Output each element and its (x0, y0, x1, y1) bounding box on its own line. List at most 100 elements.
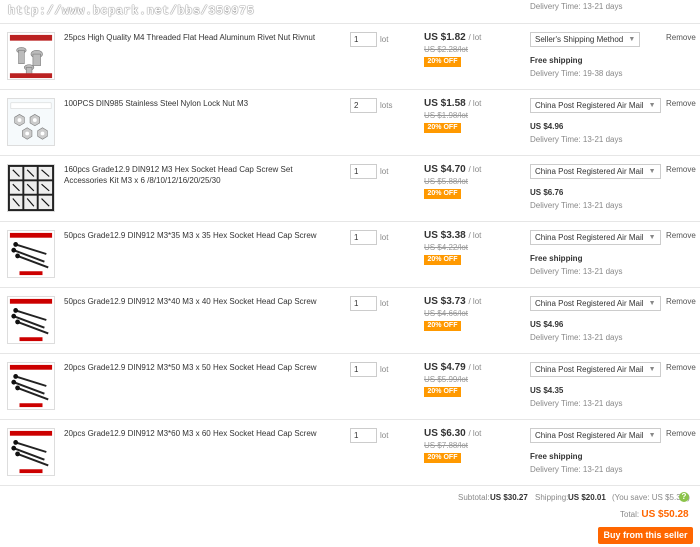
cart-item-row: 50pcs Grade12.9 DIN912 M3*40 M3 x 40 Hex… (0, 287, 700, 354)
quantity-unit: lots (380, 101, 393, 110)
shipping-cost: US $4.35 (530, 386, 564, 395)
delivery-time: Delivery Time: 13-21 days (530, 201, 623, 210)
remove-item-button[interactable]: Remove (666, 297, 696, 306)
delivery-time: Delivery Time: 13-21 days (530, 2, 623, 11)
shipping-method-select[interactable]: China Post Registered Air Mail ▼ (530, 428, 661, 443)
product-title-link[interactable]: 50pcs Grade12.9 DIN912 M3*40 M3 x 40 Hex… (64, 296, 319, 307)
price-per: / lot (468, 363, 482, 372)
remove-item-button[interactable]: Remove (666, 33, 696, 42)
quantity-input[interactable]: 1 (350, 296, 377, 311)
product-title-link[interactable]: 160pcs Grade12.9 DIN912 M3 Hex Socket He… (64, 164, 319, 186)
delivery-time: Delivery Time: 13-21 days (530, 465, 623, 474)
product-thumbnail[interactable] (7, 164, 55, 212)
original-price: US $1.98/lot (424, 111, 469, 120)
shipping-method-select[interactable]: China Post Registered Air Mail ▼ (530, 98, 661, 113)
quantity-input[interactable]: 1 (350, 230, 377, 245)
product-title-link[interactable]: 20pcs Grade12.9 DIN912 M3*50 M3 x 50 Hex… (64, 362, 319, 373)
delivery-time: Delivery Time: 19-38 days (530, 69, 623, 78)
discount-badge: 20% OFF (424, 57, 461, 67)
product-title-link[interactable]: 100PCS DIN985 Stainless Steel Nylon Lock… (64, 98, 319, 109)
quantity-unit: lot (380, 167, 389, 176)
help-icon[interactable]: ? (679, 492, 689, 502)
discount-badge: 20% OFF (424, 321, 461, 331)
shipping-cost: Free shipping (530, 56, 583, 65)
quantity-unit: lot (380, 365, 389, 374)
shipping-value: US $20.01 (568, 493, 606, 502)
price-per: / lot (468, 429, 482, 438)
shipping-method-select[interactable]: China Post Registered Air Mail ▼ (530, 164, 661, 179)
shipping-cost: Free shipping (530, 254, 583, 263)
product-thumbnail[interactable] (7, 296, 55, 344)
chevron-down-icon: ▼ (648, 432, 656, 439)
buy-from-seller-button[interactable]: Buy from this seller (598, 527, 693, 544)
cart-item-row: 20pcs Grade12.9 DIN912 M3*60 M3 x 60 Hex… (0, 419, 700, 486)
product-thumbnail[interactable] (7, 32, 55, 80)
unit-price: US $4.79 / lot (424, 362, 481, 373)
original-price: US $5.88/lot (424, 177, 469, 186)
chevron-down-icon: ▼ (648, 234, 656, 241)
price-per: / lot (468, 297, 482, 306)
unit-price: US $3.73 / lot (424, 296, 481, 307)
subtotal-label: Subtotal: (458, 493, 490, 502)
quantity-input[interactable]: 2 (350, 98, 377, 113)
product-thumbnail[interactable] (7, 230, 55, 278)
cart-item-row: 160pcs Grade12.9 DIN912 M3 Hex Socket He… (0, 155, 700, 222)
unit-price: US $3.38 / lot (424, 230, 481, 241)
remove-item-button[interactable]: Remove (666, 231, 696, 240)
price-value: US $3.38 (424, 230, 466, 241)
quantity-input[interactable]: 1 (350, 428, 377, 443)
shipping-method-select[interactable]: China Post Registered Air Mail ▼ (530, 362, 661, 377)
delivery-time: Delivery Time: 13-21 days (530, 267, 623, 276)
quantity-input[interactable]: 1 (350, 362, 377, 377)
price-value: US $6.30 (424, 428, 466, 439)
product-thumbnail[interactable] (7, 428, 55, 476)
total-label: Total: (620, 510, 640, 519)
remove-item-button[interactable]: Remove (666, 165, 696, 174)
discount-badge: 20% OFF (424, 123, 461, 133)
total-value: US $50.28 (641, 509, 689, 520)
shipping-method-value: Seller's Shipping Method (535, 35, 624, 44)
unit-price: US $1.58 / lot (424, 98, 481, 109)
chevron-down-icon: ▼ (648, 300, 656, 307)
shipping-method-select[interactable]: Seller's Shipping Method ▼ (530, 32, 641, 47)
total: Total: US $50.28 (620, 509, 689, 520)
unit-price: US $1.82 / lot (424, 32, 481, 43)
unit-price: US $4.70 / lot (424, 164, 481, 175)
shipping-method-value: China Post Registered Air Mail (535, 101, 644, 110)
price-value: US $4.70 (424, 164, 466, 175)
price-per: / lot (468, 33, 482, 42)
remove-item-button[interactable]: Remove (666, 363, 696, 372)
price-value: US $1.82 (424, 32, 466, 43)
product-title-link[interactable]: 20pcs Grade12.9 DIN912 M3*60 M3 x 60 Hex… (64, 428, 319, 439)
price-per: / lot (468, 165, 482, 174)
quantity-unit: lot (380, 233, 389, 242)
discount-badge: 20% OFF (424, 453, 461, 463)
delivery-time: Delivery Time: 13-21 days (530, 399, 623, 408)
row-divider (0, 485, 700, 486)
quantity-unit: lot (380, 35, 389, 44)
watermark: http://www.bcpark.net/bbs/359975 (8, 4, 255, 18)
discount-badge: 20% OFF (424, 387, 461, 397)
product-title-link[interactable]: 50pcs Grade12.9 DIN912 M3*35 M3 x 35 Hex… (64, 230, 319, 241)
original-price: US $4.22/lot (424, 243, 469, 252)
quantity-unit: lot (380, 431, 389, 440)
original-price: US $2.28/lot (424, 45, 469, 54)
cart-item-row: 100PCS DIN985 Stainless Steel Nylon Lock… (0, 89, 700, 156)
product-thumbnail[interactable] (7, 362, 55, 410)
shipping-method-select[interactable]: China Post Registered Air Mail ▼ (530, 296, 661, 311)
product-thumbnail[interactable] (7, 98, 55, 146)
cart-item-row: 20pcs Grade12.9 DIN912 M3*50 M3 x 50 Hex… (0, 353, 700, 420)
price-value: US $4.79 (424, 362, 466, 373)
original-price: US $4.66/lot (424, 309, 469, 318)
shipping-label: Shipping: (535, 493, 569, 502)
quantity-input[interactable]: 1 (350, 32, 377, 47)
chevron-down-icon: ▼ (648, 168, 656, 175)
price-per: / lot (468, 231, 482, 240)
remove-item-button[interactable]: Remove (666, 99, 696, 108)
product-title-link[interactable]: 25pcs High Quality M4 Threaded Flat Head… (64, 32, 319, 43)
shipping-method-value: China Post Registered Air Mail (535, 299, 644, 308)
shipping-method-select[interactable]: China Post Registered Air Mail ▼ (530, 230, 661, 245)
remove-item-button[interactable]: Remove (666, 429, 696, 438)
quantity-input[interactable]: 1 (350, 164, 377, 179)
price-value: US $1.58 (424, 98, 466, 109)
